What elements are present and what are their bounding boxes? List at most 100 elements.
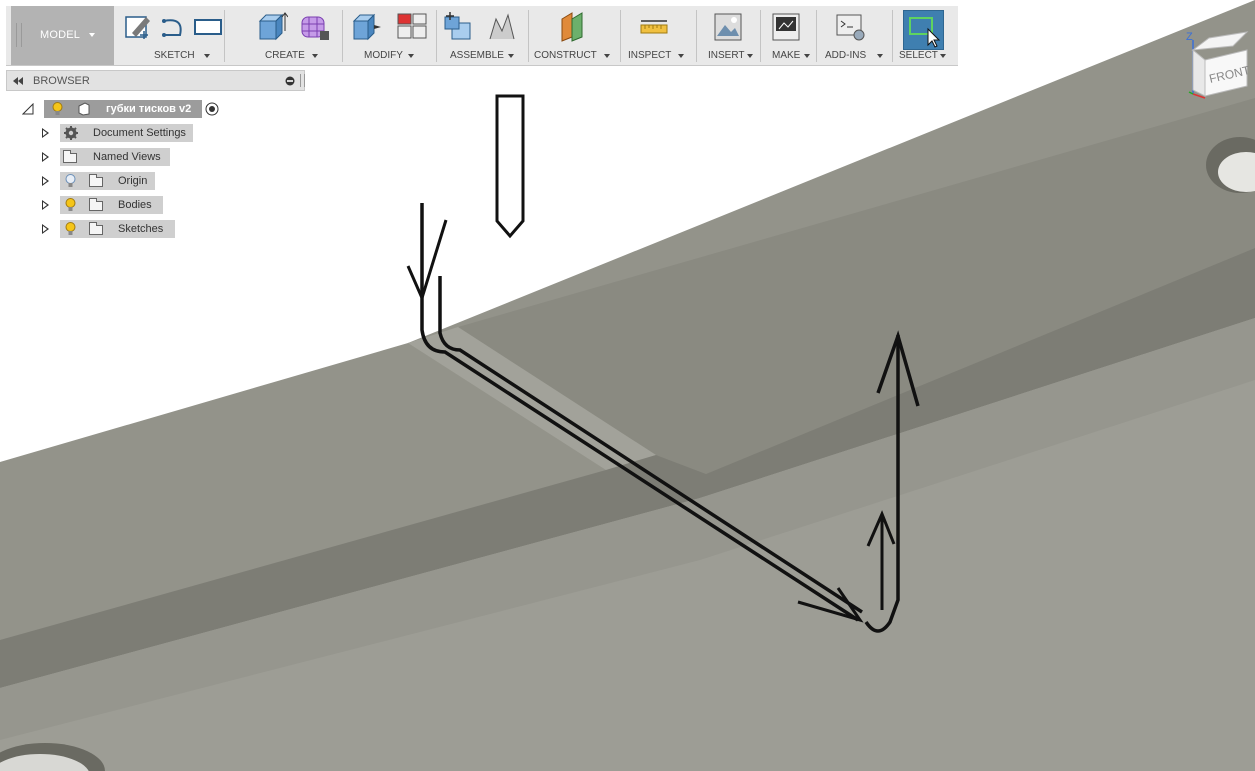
tree-node-chip[interactable]: Named Views [60, 148, 170, 166]
expand-triangle-icon[interactable] [42, 152, 49, 162]
toolbar-group-sketch[interactable]: SKETCH [120, 6, 222, 65]
z-axis-label: Z [1186, 31, 1193, 43]
lightbulb-icon[interactable] [65, 222, 76, 236]
browser-item-named-views[interactable]: Named Views [40, 148, 180, 166]
toolbar-group-construct[interactable]: CONSTRUCT [532, 6, 618, 65]
browser-root-node[interactable]: губки тисков v2 [20, 100, 230, 118]
gear-icon [64, 126, 78, 140]
select-tool-button[interactable] [903, 10, 944, 50]
main-toolbar: MODEL SKETCH CREATE MODIFY ASSEMBLE CONS… [6, 6, 958, 66]
viewcube-top-face[interactable] [1191, 31, 1249, 51]
toolbar-divider [760, 10, 761, 62]
folder-icon [89, 198, 103, 211]
chevron-down-icon [877, 54, 883, 58]
tree-item-label: Bodies [118, 199, 152, 211]
browser-panel-header: BROWSER [6, 70, 305, 91]
browser-item-bodies[interactable]: Bodies [40, 196, 170, 214]
toolbar-group-inspect[interactable]: INSPECT [624, 6, 694, 65]
extrude-icon[interactable] [256, 11, 288, 43]
modify-appearance-icon[interactable] [396, 11, 428, 43]
drag-grip-icon[interactable] [16, 23, 22, 47]
new-component-icon[interactable] [442, 11, 474, 43]
chevron-down-icon [747, 54, 753, 58]
browser-title: BROWSER [33, 75, 90, 87]
add-ins-menu-label: ADD-INS [825, 50, 867, 61]
arc-icon[interactable] [158, 11, 190, 43]
toolbar-group-make[interactable]: MAKE [764, 6, 814, 65]
toolbar-divider [342, 10, 343, 62]
component-icon [78, 102, 90, 116]
select-menu-label: SELECT [899, 50, 938, 61]
root-node-chip[interactable]: губки тисков v2 [44, 100, 202, 118]
toolbar-group-create[interactable]: CREATE [228, 6, 338, 65]
rectangle-icon[interactable] [192, 11, 224, 43]
toolbar-group-assemble[interactable]: ASSEMBLE [440, 6, 522, 65]
press-pull-icon[interactable] [350, 11, 382, 43]
construct-menu-label: CONSTRUCT [534, 50, 597, 61]
expand-triangle-icon[interactable] [42, 200, 49, 210]
browser-item-document-settings[interactable]: Document Settings [40, 124, 200, 142]
make-menu-label: MAKE [772, 50, 801, 61]
toolbar-divider [224, 10, 225, 62]
browser-item-origin[interactable]: Origin [40, 172, 160, 190]
offset-plane-icon[interactable] [556, 11, 588, 43]
scripts-addins-icon[interactable] [834, 11, 866, 43]
expand-triangle-icon[interactable] [42, 224, 49, 234]
workspace-label: MODEL [40, 29, 81, 41]
joint-icon[interactable] [486, 11, 518, 43]
folder-icon [89, 222, 103, 235]
collapse-panel-icon[interactable] [12, 77, 24, 85]
viewcube[interactable]: Z FRONT [1183, 28, 1251, 102]
tree-node-chip[interactable]: Origin [60, 172, 155, 190]
tree-node-chip[interactable]: Document Settings [60, 124, 193, 142]
folder-icon [63, 150, 77, 163]
lightbulb-off-icon[interactable] [65, 174, 76, 188]
panel-resize-handle[interactable] [300, 74, 305, 87]
create-sketch-icon[interactable] [122, 11, 154, 43]
tree-node-chip[interactable]: Bodies [60, 196, 163, 214]
inspect-menu-label: INSPECT [628, 50, 672, 61]
form-icon[interactable] [298, 11, 330, 43]
viewcube-left-face[interactable] [1192, 48, 1206, 97]
measure-icon[interactable] [638, 11, 670, 43]
3d-print-icon[interactable] [770, 11, 802, 43]
insert-menu-label: INSERT [708, 50, 745, 61]
tree-item-label: Sketches [118, 223, 164, 235]
toolbar-group-add-ins[interactable]: ADD-INS [820, 6, 890, 65]
expand-triangle-icon[interactable] [42, 128, 49, 138]
tree-item-label: Origin [118, 175, 148, 187]
minimize-icon[interactable] [285, 76, 295, 86]
chevron-down-icon [604, 54, 610, 58]
toolbar-divider [696, 10, 697, 62]
tree-item-label: Named Views [93, 151, 161, 163]
chevron-down-icon [940, 54, 946, 58]
lightbulb-icon[interactable] [65, 198, 76, 212]
toolbar-divider [816, 10, 817, 62]
expanded-triangle-icon[interactable] [22, 103, 34, 115]
toolbar-divider [892, 10, 893, 62]
chevron-down-icon [678, 54, 684, 58]
folder-icon [89, 174, 103, 187]
modify-menu-label: MODIFY [364, 50, 403, 61]
toolbar-divider [528, 10, 529, 62]
browser-item-sketches[interactable]: Sketches [40, 220, 180, 238]
activate-radio-icon[interactable] [205, 102, 219, 116]
workspace-switcher[interactable]: MODEL [11, 6, 114, 65]
toolbar-divider [436, 10, 437, 62]
select-cursor-icon [909, 17, 941, 48]
create-menu-label: CREATE [265, 50, 305, 61]
toolbar-divider [620, 10, 621, 62]
chevron-down-icon [312, 54, 318, 58]
chevron-down-icon [804, 54, 810, 58]
chevron-down-icon [204, 54, 210, 58]
expand-triangle-icon[interactable] [42, 176, 49, 186]
insert-image-icon[interactable] [712, 11, 744, 43]
chevron-down-icon [89, 33, 95, 37]
assemble-menu-label: ASSEMBLE [450, 50, 504, 61]
chevron-down-icon [408, 54, 414, 58]
lightbulb-icon[interactable] [52, 102, 63, 116]
toolbar-group-insert[interactable]: INSERT [700, 6, 758, 65]
chevron-down-icon [508, 54, 514, 58]
toolbar-group-modify[interactable]: MODIFY [346, 6, 434, 65]
tree-node-chip[interactable]: Sketches [60, 220, 175, 238]
